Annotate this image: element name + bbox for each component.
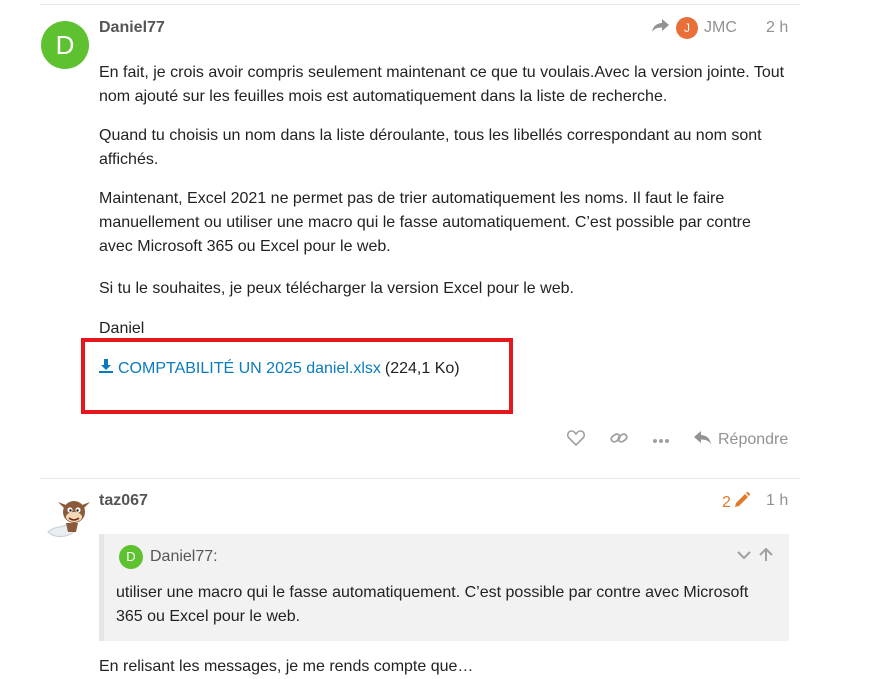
quote-text: utiliser une macro qui le fasse automati… <box>116 584 749 625</box>
more-actions-button[interactable] <box>652 428 670 452</box>
post-author[interactable]: Daniel77 <box>99 19 165 37</box>
post-date[interactable]: 2 h <box>766 19 788 37</box>
share-arrow-icon <box>652 18 670 38</box>
download-icon <box>99 357 118 381</box>
attachment-link[interactable]: COMPTABILITÉ UN 2025 daniel.xlsx <box>99 357 381 381</box>
attachment: COMPTABILITÉ UN 2025 daniel.xlsx (224,1 … <box>99 357 460 381</box>
quote-avatar: D <box>119 545 143 569</box>
avatar[interactable]: D <box>41 21 89 69</box>
top-divider <box>40 4 800 5</box>
reply-to-indicator[interactable]: J JMC <box>652 17 737 39</box>
post-signature: Daniel <box>99 320 145 337</box>
link-icon <box>610 430 628 451</box>
post-divider <box>40 478 800 479</box>
arrow-up-icon[interactable] <box>759 547 773 567</box>
reply-label: Répondre <box>718 431 789 448</box>
reply-button[interactable]: Répondre <box>694 428 788 452</box>
like-button[interactable] <box>566 428 586 452</box>
post-author[interactable]: taz067 <box>99 492 148 510</box>
chevron-down-icon[interactable] <box>737 548 751 567</box>
quote-author: Daniel77: <box>150 548 218 565</box>
post-paragraph: Maintenant, Excel 2021 ne permet pas de … <box>99 190 751 255</box>
post-date[interactable]: 1 h <box>766 492 788 510</box>
post-paragraph: En relisant les messages, je me rends co… <box>99 658 474 675</box>
avatar[interactable] <box>44 492 92 540</box>
pencil-icon <box>734 491 751 513</box>
post-paragraph: Si tu le souhaites, je peux télécharger … <box>99 280 574 297</box>
quote-block: D Daniel77: utiliser une macro qui le fa… <box>99 534 789 641</box>
edit-history-button[interactable]: 2 <box>722 491 751 513</box>
post-paragraph: Quand tu choisis un nom dans la liste dé… <box>99 127 762 168</box>
reply-icon <box>694 430 712 450</box>
quote-controls <box>737 547 773 567</box>
attachment-filename: COMPTABILITÉ UN 2025 daniel.xlsx <box>118 360 381 377</box>
post-paragraph: En fait, je crois avoir compris seulemen… <box>99 64 785 105</box>
share-link-button[interactable] <box>610 428 628 452</box>
edit-count: 2 <box>722 493 731 511</box>
reply-to-username: JMC <box>704 19 737 36</box>
heart-icon <box>566 429 586 451</box>
ellipsis-icon <box>652 431 670 449</box>
reply-to-avatar: J <box>676 17 698 39</box>
attachment-size: (224,1 Ko) <box>384 360 460 377</box>
